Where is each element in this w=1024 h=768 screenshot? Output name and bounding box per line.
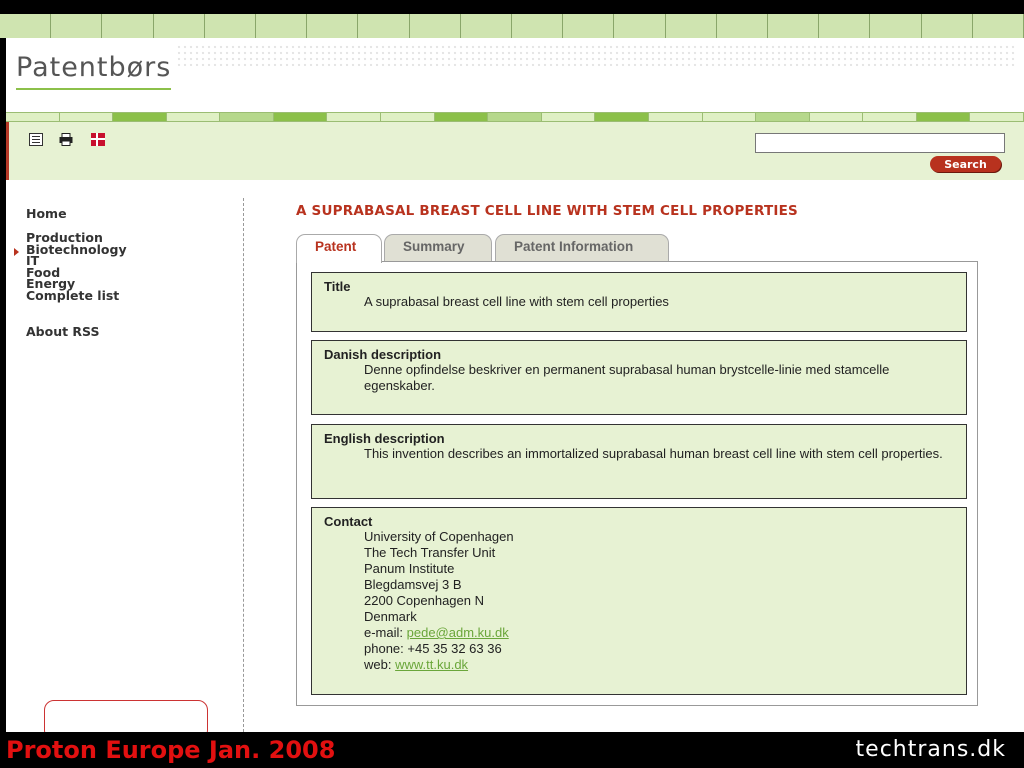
contact-line: The Tech Transfer Unit [364,545,496,560]
header-dot-pattern [176,44,1016,66]
web-line: web: www.tt.ku.dk [364,657,954,673]
english-description-box: English description This invention descr… [311,424,967,499]
header-green-strip [6,112,1024,122]
tab-patent[interactable]: Patent [296,234,382,263]
email-line: e-mail: pede@adm.ku.dk [364,625,954,641]
nav-categories: Production Biotechnology IT Food Energy … [26,232,127,301]
contact-label: Contact [324,514,373,529]
danish-text: Denne opfindelse beskriver en permanent … [364,362,890,393]
english-label: English description [324,431,445,446]
contact-line: Blegdamsvej 3 B [364,577,462,592]
contact-line: University of Copenhagen [364,529,514,544]
rss-box [44,700,208,732]
web-page: Patentbørs Search Home Production Biotec… [6,38,1024,732]
top-mosaic-strip [0,14,1024,38]
contact-line: 2200 Copenhagen N [364,593,484,608]
site-logo[interactable]: Patentbørs [16,52,171,83]
danish-label: Danish description [324,347,442,362]
danish-flag-icon[interactable] [91,133,105,146]
title-label: Title [324,279,351,294]
contact-line: Denmark [364,609,417,624]
email-prefix: e-mail: [364,625,404,640]
logo-underline [16,88,171,90]
active-item-arrow-icon [14,248,19,256]
english-text: This invention describes an immortalized… [364,446,943,461]
nav-item-biotechnology[interactable]: Biotechnology [26,243,127,256]
web-link[interactable]: www.tt.ku.dk [395,657,468,672]
danish-description-box: Danish description Denne opfindelse besk… [311,340,967,415]
tab-panel: Title A suprabasal breast cell line with… [296,261,978,706]
search-input[interactable] [755,133,1005,153]
title-text: A suprabasal breast cell line with stem … [364,294,669,309]
web-prefix: web: [364,657,392,672]
print-icon[interactable] [59,133,73,146]
email-link[interactable]: pede@adm.ku.dk [407,625,509,640]
footer-caption: Proton Europe Jan. 2008 [6,736,336,764]
contact-line: Panum Institute [364,561,455,576]
tab-summary[interactable]: Summary [384,234,492,262]
phone-line: phone: +45 35 32 63 36 [364,641,502,656]
nav-item-complete-list[interactable]: Complete list [26,289,127,302]
toolbar: Search [6,122,1024,180]
contact-details: University of Copenhagen The Tech Transf… [324,529,954,673]
header: Patentbørs [6,38,1024,112]
title-box: Title A suprabasal breast cell line with… [311,272,967,332]
search-button[interactable]: Search [930,156,1001,172]
nav-home[interactable]: Home [26,207,67,220]
tab-patent-information[interactable]: Patent Information [495,234,669,262]
sidebar: Home Production Biotechnology IT Food En… [6,198,244,732]
slide-frame: Patentbørs Search Home Production Biotec… [0,0,1024,768]
footer-site: techtrans.dk [855,737,1006,762]
contact-box: Contact University of Copenhagen The Tec… [311,507,967,695]
nav-about-rss[interactable]: About RSS [26,325,100,338]
page-title: A SUPRABASAL BREAST CELL LINE WITH STEM … [296,203,798,219]
list-icon[interactable] [29,133,43,146]
